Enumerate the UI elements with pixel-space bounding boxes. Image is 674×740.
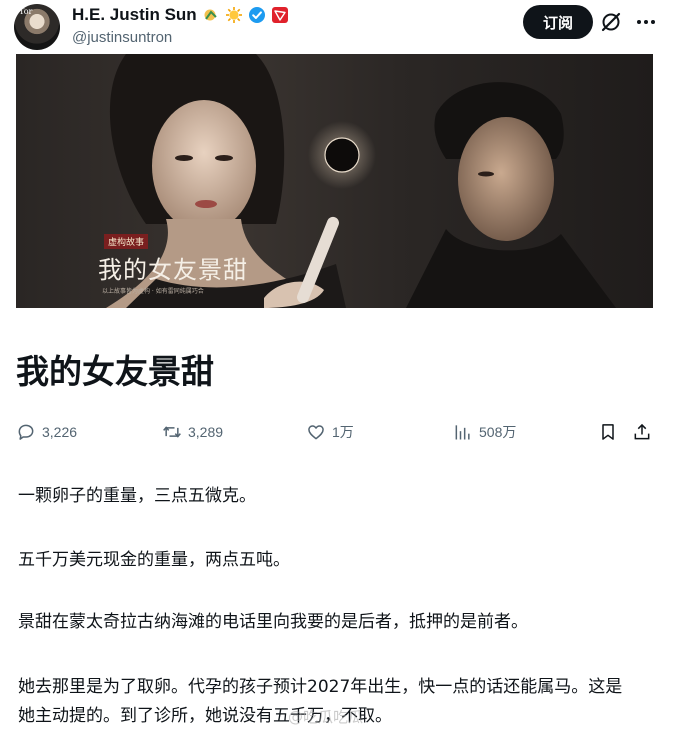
watermark: @吃瓜吃瓜 (288, 708, 364, 726)
article-title: 我的女友景甜 (16, 352, 214, 391)
display-name[interactable]: H.E. Justin Sun (72, 5, 197, 25)
like-icon (308, 425, 324, 440)
article-paragraph: 景甜在蒙太奇拉古纳海滩的电话里向我要的是后者，抵押的是前者。 (18, 612, 528, 632)
like-count: 1万 (332, 424, 354, 440)
views-count: 508万 (479, 424, 517, 440)
cover-subtitle: 以上故事皆为虚构 · 如有雷同纯属巧合 (102, 288, 204, 295)
views-icon (455, 425, 470, 440)
grok-icon[interactable] (600, 11, 622, 33)
subscribe-button[interactable]: 订阅 (523, 5, 593, 39)
nft-badge-icon (202, 6, 220, 24)
article-paragraph: 一颗卵子的重量，三点五微克。 (18, 486, 256, 506)
cover-tag: 虚构故事 (104, 234, 149, 249)
reply-icon (18, 424, 34, 440)
bookmark-icon (602, 424, 614, 440)
repost-button[interactable]: 3,289 (162, 419, 223, 445)
post-header: Tor H.E. Justin Sun @justinsuntron 订阅 (0, 0, 674, 52)
cover-title: 我的女友景甜 (98, 256, 248, 284)
repost-icon (163, 426, 181, 438)
handle[interactable]: @justinsuntron (72, 29, 172, 46)
avatar-mark: Tor (19, 7, 33, 16)
article-cover-image[interactable]: 虚构故事 我的女友景甜 以上故事皆为虚构 · 如有雷同纯属巧合 (16, 54, 653, 308)
more-icon[interactable] (634, 11, 658, 33)
tron-badge-icon (271, 6, 289, 24)
views-button[interactable]: 508万 (453, 419, 516, 445)
avatar[interactable]: Tor (14, 4, 60, 50)
repost-count: 3,289 (188, 424, 224, 440)
article-paragraph: 五千万美元现金的重量，两点五吨。 (18, 550, 290, 570)
name-row: H.E. Justin Sun (72, 4, 289, 26)
verified-badge-icon (248, 6, 266, 24)
sun-badge-icon (225, 6, 243, 24)
share-button[interactable] (632, 419, 652, 445)
reply-button[interactable]: 3,226 (16, 419, 77, 445)
action-bar: 3,226 3,289 1万 508万 (16, 419, 658, 445)
share-icon (634, 423, 650, 440)
bookmark-button[interactable] (598, 419, 618, 445)
reply-count: 3,226 (42, 424, 78, 440)
like-button[interactable]: 1万 (306, 419, 354, 445)
